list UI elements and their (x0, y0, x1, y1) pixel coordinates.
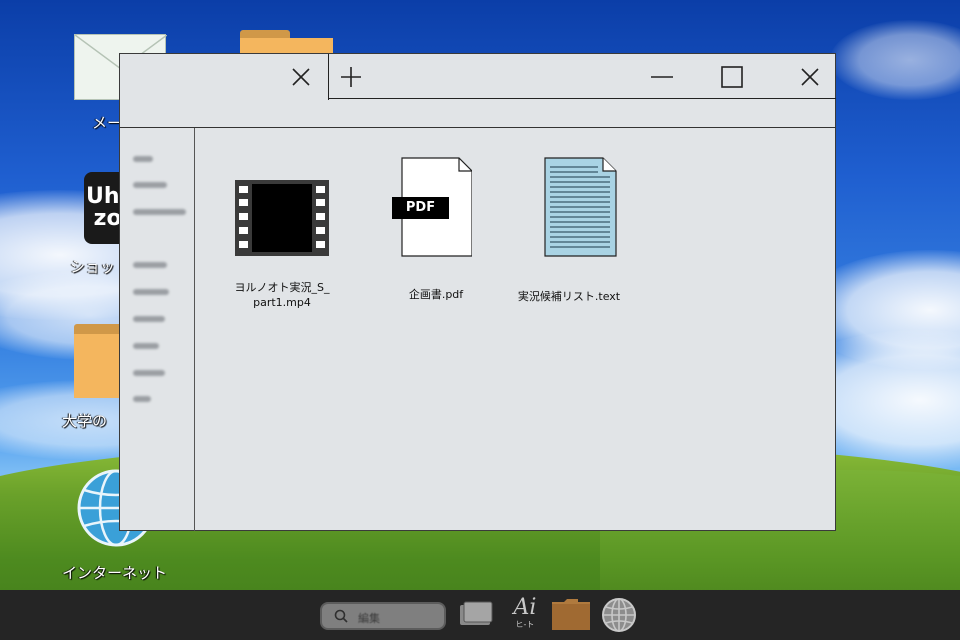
window-switcher-icon (460, 601, 493, 625)
file-item-text[interactable]: 実況候補リスト.text (509, 157, 629, 304)
sidebar-item[interactable] (133, 182, 167, 188)
close-icon (292, 68, 310, 86)
file-explorer-window: ヨルノオト実況_S_ part1.mp4 PDF 企画書.pdf 実況候補リスト… (119, 53, 836, 531)
taskbar: 編集 Ai ヒ-ト (0, 590, 960, 640)
taskbar-ai-app[interactable]: Ai ヒ-ト (508, 596, 542, 634)
desktop-icon-label: 大学の (62, 412, 108, 430)
file-name: 実況候補リスト.text (517, 290, 621, 303)
minimize-icon (651, 76, 673, 78)
file-name: 企画書.pdf (408, 288, 464, 301)
sidebar-item[interactable] (133, 156, 153, 162)
file-item-pdf[interactable]: PDF 企画書.pdf (376, 157, 496, 302)
sidebar-item[interactable] (133, 209, 186, 215)
file-item-video[interactable]: ヨルノオト実況_S_ part1.mp4 (222, 180, 342, 310)
cloud (830, 20, 960, 100)
new-tab-button[interactable] (336, 62, 366, 92)
text-file-icon (543, 157, 617, 257)
pdf-badge: PDF (405, 200, 436, 215)
sidebar-item[interactable] (133, 316, 165, 322)
maximize-icon (721, 66, 743, 88)
globe-icon (602, 598, 636, 632)
close-tab-button[interactable] (286, 62, 316, 92)
ai-app-icon: Ai (513, 595, 537, 620)
toolbar-divider (120, 127, 835, 128)
tab-bar-divider (329, 98, 836, 99)
close-icon (801, 68, 819, 86)
desktop-icon-label: インターネット (62, 564, 168, 582)
ai-app-sublabel: ヒ-ト (515, 620, 535, 629)
maximize-button[interactable] (714, 62, 750, 92)
video-file-icon (235, 180, 329, 256)
pdf-file-icon: PDF (392, 157, 472, 257)
file-name-continued: part1.mp4 (253, 296, 311, 309)
folder-icon (74, 324, 120, 398)
tab-bar (120, 54, 836, 100)
sidebar-item[interactable] (133, 289, 169, 295)
search-placeholder: 編集 (358, 612, 380, 625)
desktop-icon-folder[interactable] (240, 30, 333, 60)
close-window-button[interactable] (792, 62, 828, 92)
plus-icon (341, 67, 361, 87)
taskbar-browser[interactable] (601, 598, 637, 632)
desktop-icon-label: ショッ (70, 258, 116, 276)
sidebar-item[interactable] (133, 396, 151, 402)
taskbar-folder[interactable] (552, 598, 590, 630)
sidebar-item[interactable] (133, 343, 159, 349)
desktop-icon-label: メー (92, 114, 123, 132)
taskbar-search[interactable]: 編集 (320, 602, 446, 630)
sidebar-item[interactable] (133, 370, 165, 376)
navigation-sidebar (120, 128, 195, 531)
file-name: ヨルノオト実況_S_ (234, 281, 330, 294)
minimize-button[interactable] (644, 62, 680, 92)
search-icon (334, 609, 348, 623)
folder-icon (552, 599, 590, 630)
taskbar-window-switcher[interactable] (458, 600, 494, 630)
sidebar-item[interactable] (133, 262, 167, 268)
